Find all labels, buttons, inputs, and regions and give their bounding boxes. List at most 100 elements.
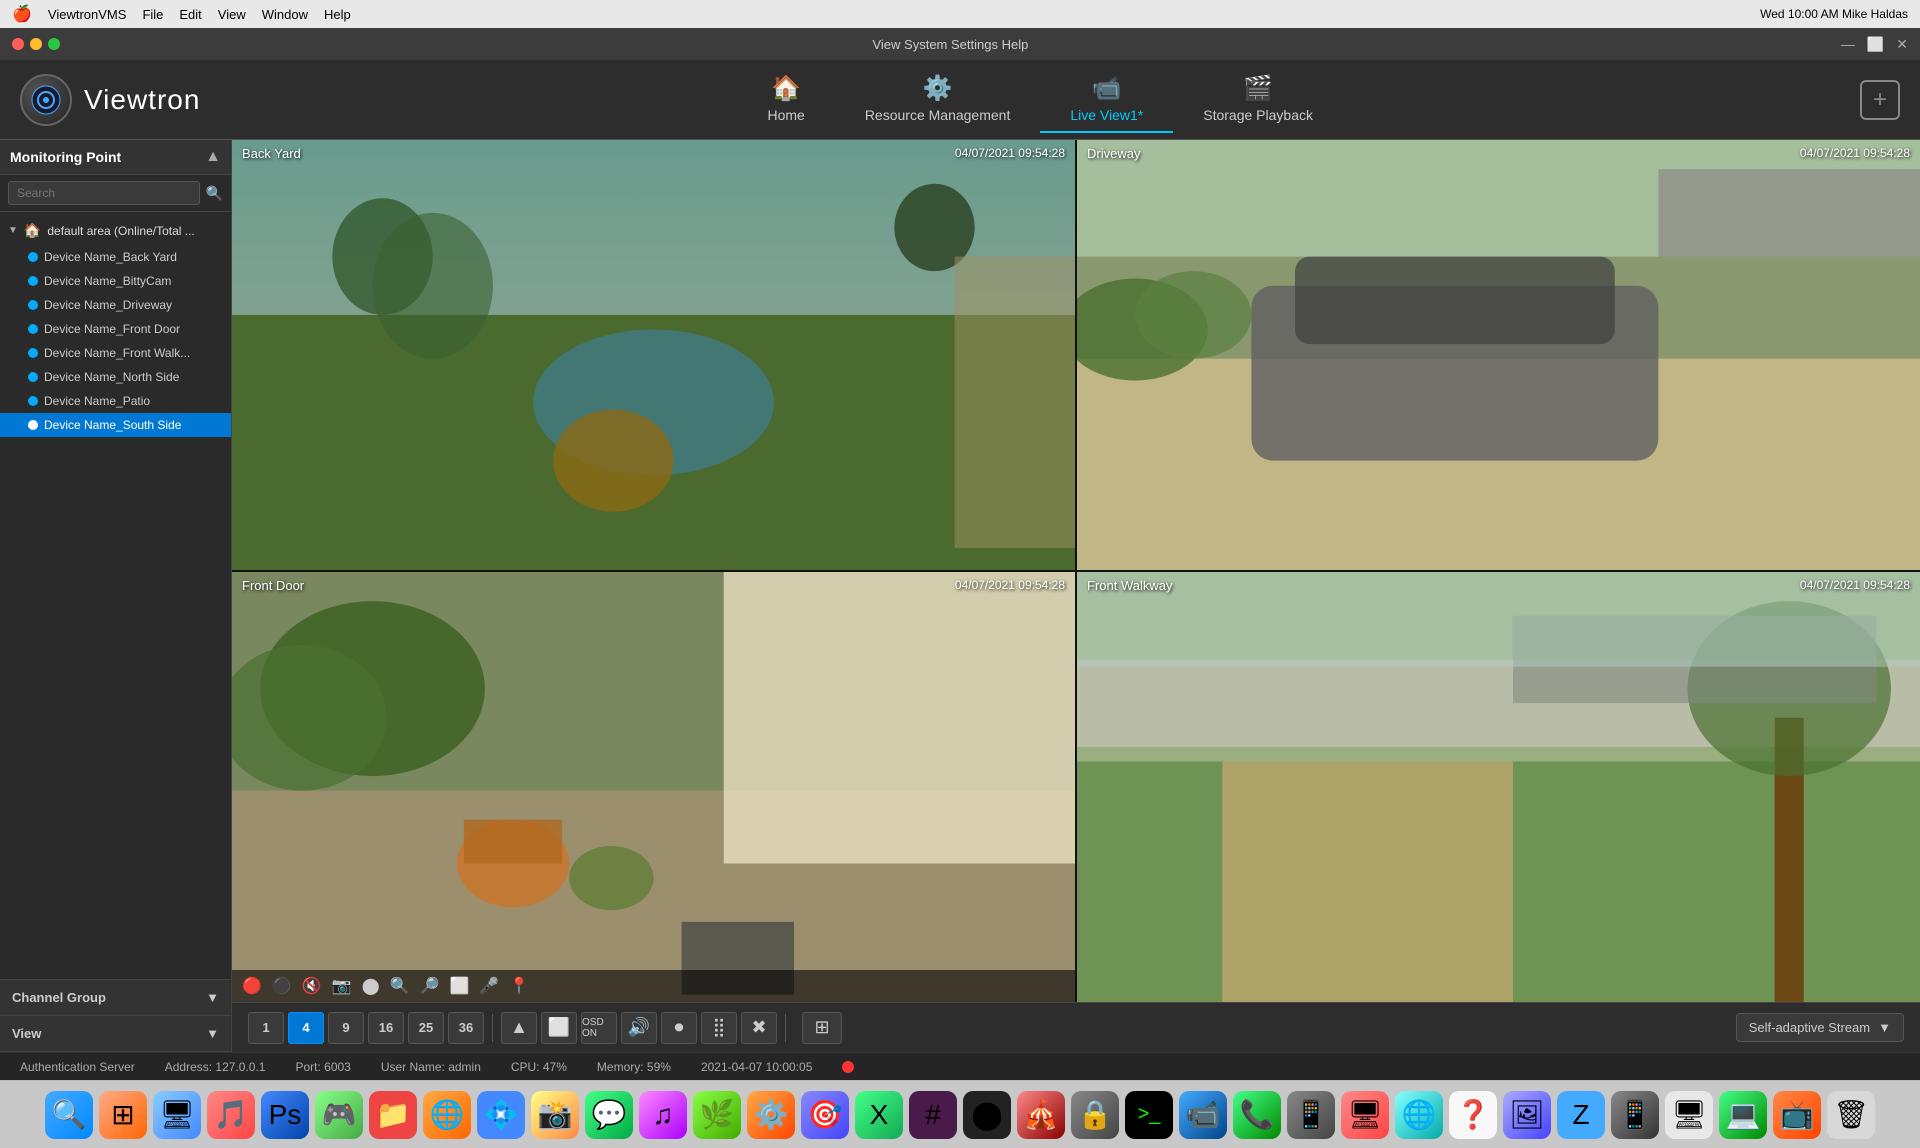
nav-resource[interactable]: ⚙️ Resource Management	[835, 66, 1041, 133]
record-button[interactable]: ⏺	[661, 1012, 697, 1044]
dock-filezilla[interactable]: 📁	[369, 1091, 417, 1139]
prev-layout-button[interactable]: ▲	[501, 1012, 537, 1044]
dock-app27[interactable]: ❓	[1449, 1091, 1497, 1139]
dock-app33[interactable]: 📺	[1773, 1091, 1821, 1139]
dock-app20[interactable]: 🔒	[1071, 1091, 1119, 1139]
titlebar-restore-icon[interactable]: ⬜	[1867, 36, 1884, 53]
ctrl-fullscreen[interactable]: ⬜	[449, 976, 469, 996]
dock-launchpad[interactable]: ⊞	[99, 1091, 147, 1139]
layout-1-button[interactable]: 1	[248, 1012, 284, 1044]
layout-9-button[interactable]: 9	[328, 1012, 364, 1044]
ctrl-zoom-in[interactable]: 🔍	[390, 976, 410, 996]
dock-viewtron[interactable]: 📹	[1179, 1091, 1227, 1139]
add-view-button[interactable]: +	[1860, 80, 1900, 120]
dock-app18[interactable]: ⬤	[963, 1091, 1011, 1139]
audio-button[interactable]: 🔊	[621, 1012, 657, 1044]
titlebar-min-icon[interactable]: —	[1841, 36, 1855, 53]
apple-logo[interactable]: 🍎	[12, 4, 32, 24]
nav-playback[interactable]: 🎬 Storage Playback	[1173, 66, 1343, 133]
layout-4-button[interactable]: 4	[288, 1012, 324, 1044]
grid-icon: ⣿	[712, 1017, 725, 1038]
maximize-btn[interactable]	[48, 38, 60, 50]
ctrl-snapshot[interactable]: 📷	[332, 976, 352, 996]
dock-app30[interactable]: 📱	[1611, 1091, 1659, 1139]
dock-app13[interactable]: 🌿	[693, 1091, 741, 1139]
channel-group-collapse: ▼	[206, 990, 219, 1005]
video-cell-backyard[interactable]: Back Yard 04/07/2021 09:54:28	[232, 140, 1075, 570]
device-item-frontwalk[interactable]: Device Name_Front Walk...	[0, 341, 231, 365]
layout-36-button[interactable]: 36	[448, 1012, 484, 1044]
ctrl-zoom-out[interactable]: 🔎	[420, 976, 440, 996]
device-item-frontdoor[interactable]: Device Name_Front Door	[0, 317, 231, 341]
dock-photos[interactable]: 📸	[531, 1091, 579, 1139]
menu-window[interactable]: Window	[262, 7, 308, 22]
channel-group-section[interactable]: Channel Group ▼	[0, 980, 231, 1016]
menu-help[interactable]: Help	[324, 7, 351, 22]
ctrl-record[interactable]: 🔴	[242, 976, 262, 996]
video-cell-frontdoor[interactable]: Front Door 04/07/2021 09:54:28	[232, 572, 1075, 1002]
dock-terminal[interactable]: >_	[1125, 1091, 1173, 1139]
layout-25-button[interactable]: 25	[408, 1012, 444, 1044]
dock-remotedesktop[interactable]: 🖥	[153, 1091, 201, 1139]
dock-scrobbles[interactable]: 🎵	[207, 1091, 255, 1139]
device-status-dot	[28, 420, 38, 430]
titlebar-close-icon[interactable]: ✕	[1896, 36, 1908, 53]
dock-facetime[interactable]: 📞	[1233, 1091, 1281, 1139]
device-item-southside[interactable]: Device Name_South Side	[0, 413, 231, 437]
nav-home[interactable]: 🏠 Home	[737, 66, 834, 133]
dock-itunes[interactable]: ♫	[639, 1091, 687, 1139]
monitoring-point-collapse[interactable]: ▲	[205, 148, 221, 166]
dock-app14[interactable]: ⚙️	[747, 1091, 795, 1139]
video-cell-driveway[interactable]: Driveway 04/07/2021 09:54:28	[1077, 140, 1920, 570]
dock-trash[interactable]: 🗑	[1827, 1091, 1875, 1139]
minimize-btn[interactable]	[30, 38, 42, 50]
dock-finder[interactable]: 🔍	[45, 1091, 93, 1139]
nav-liveview[interactable]: 📹 Live View1*	[1040, 66, 1173, 133]
layout-manager-button[interactable]: ⊞	[802, 1012, 842, 1044]
device-item-northside[interactable]: Device Name_North Side	[0, 365, 231, 389]
record-icon: ⏺	[675, 1017, 684, 1038]
layout-36-label: 36	[459, 1020, 473, 1035]
device-name-frontwalk: Device Name_Front Walk...	[44, 346, 190, 360]
osd-button[interactable]: OSD ON	[581, 1012, 617, 1044]
device-item-driveway[interactable]: Device Name_Driveway	[0, 293, 231, 317]
close-all-button[interactable]: ✖	[741, 1012, 777, 1044]
stream-dropdown[interactable]: Self-adaptive Stream ▼	[1736, 1013, 1904, 1042]
dock-slack[interactable]: #	[909, 1091, 957, 1139]
ctrl-fisheye[interactable]: ⬤	[362, 976, 380, 996]
dock-app6[interactable]: 🎮	[315, 1091, 363, 1139]
device-item-backyard[interactable]: Device Name_Back Yard	[0, 245, 231, 269]
search-icon[interactable]: 🔍	[206, 185, 223, 202]
device-item-bittycam[interactable]: Device Name_BittyCam	[0, 269, 231, 293]
dock-messages[interactable]: 💬	[585, 1091, 633, 1139]
search-input[interactable]	[8, 181, 200, 205]
grid-button[interactable]: ⣿	[701, 1012, 737, 1044]
layout-16-button[interactable]: 16	[368, 1012, 404, 1044]
dock-app19[interactable]: 🎪	[1017, 1091, 1065, 1139]
menu-edit[interactable]: Edit	[179, 7, 201, 22]
dock-app25[interactable]: 🖥	[1341, 1091, 1389, 1139]
ctrl-mic[interactable]: 🎤	[479, 976, 499, 996]
ctrl-audio[interactable]: 🔇	[302, 976, 322, 996]
dock-app26[interactable]: 🌐	[1395, 1091, 1443, 1139]
close-btn[interactable]	[12, 38, 24, 50]
dock-app31[interactable]: 🖥	[1665, 1091, 1713, 1139]
dock-browser[interactable]: 🌐	[423, 1091, 471, 1139]
dock-app28[interactable]: 🖼	[1503, 1091, 1551, 1139]
tree-root-node[interactable]: ▼ 🏠 default area (Online/Total ...	[0, 216, 231, 245]
ctrl-stop[interactable]: ⚫	[272, 976, 292, 996]
device-item-patio[interactable]: Device Name_Patio	[0, 389, 231, 413]
windowed-button[interactable]: ⬜	[541, 1012, 577, 1044]
ctrl-location[interactable]: 📍	[509, 976, 529, 996]
dock-excel[interactable]: X	[855, 1091, 903, 1139]
dock-iphone[interactable]: 📱	[1287, 1091, 1335, 1139]
dock-photoshop[interactable]: Ps	[261, 1091, 309, 1139]
dock-app15[interactable]: 🎯	[801, 1091, 849, 1139]
view-section[interactable]: View ▼	[0, 1016, 231, 1052]
menu-view[interactable]: View	[218, 7, 246, 22]
dock-app9[interactable]: 💠	[477, 1091, 525, 1139]
dock-zoom[interactable]: Z	[1557, 1091, 1605, 1139]
menu-file[interactable]: File	[142, 7, 163, 22]
dock-app32[interactable]: 💻	[1719, 1091, 1767, 1139]
video-cell-frontwalk[interactable]: Front Walkway 04/07/2021 09:54:28	[1077, 572, 1920, 1002]
